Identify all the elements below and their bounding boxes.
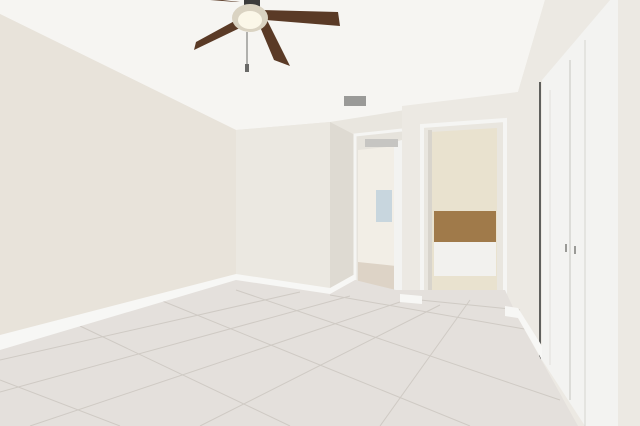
back-wall [236, 122, 330, 292]
hallway-window [376, 190, 392, 222]
hallway-door [394, 140, 402, 298]
hallway-vent [365, 139, 398, 147]
air-vent [344, 96, 366, 106]
bathtub [434, 242, 496, 276]
wall-pillar [330, 122, 355, 292]
bathtub-tile [434, 211, 496, 243]
room-photo [0, 0, 640, 426]
